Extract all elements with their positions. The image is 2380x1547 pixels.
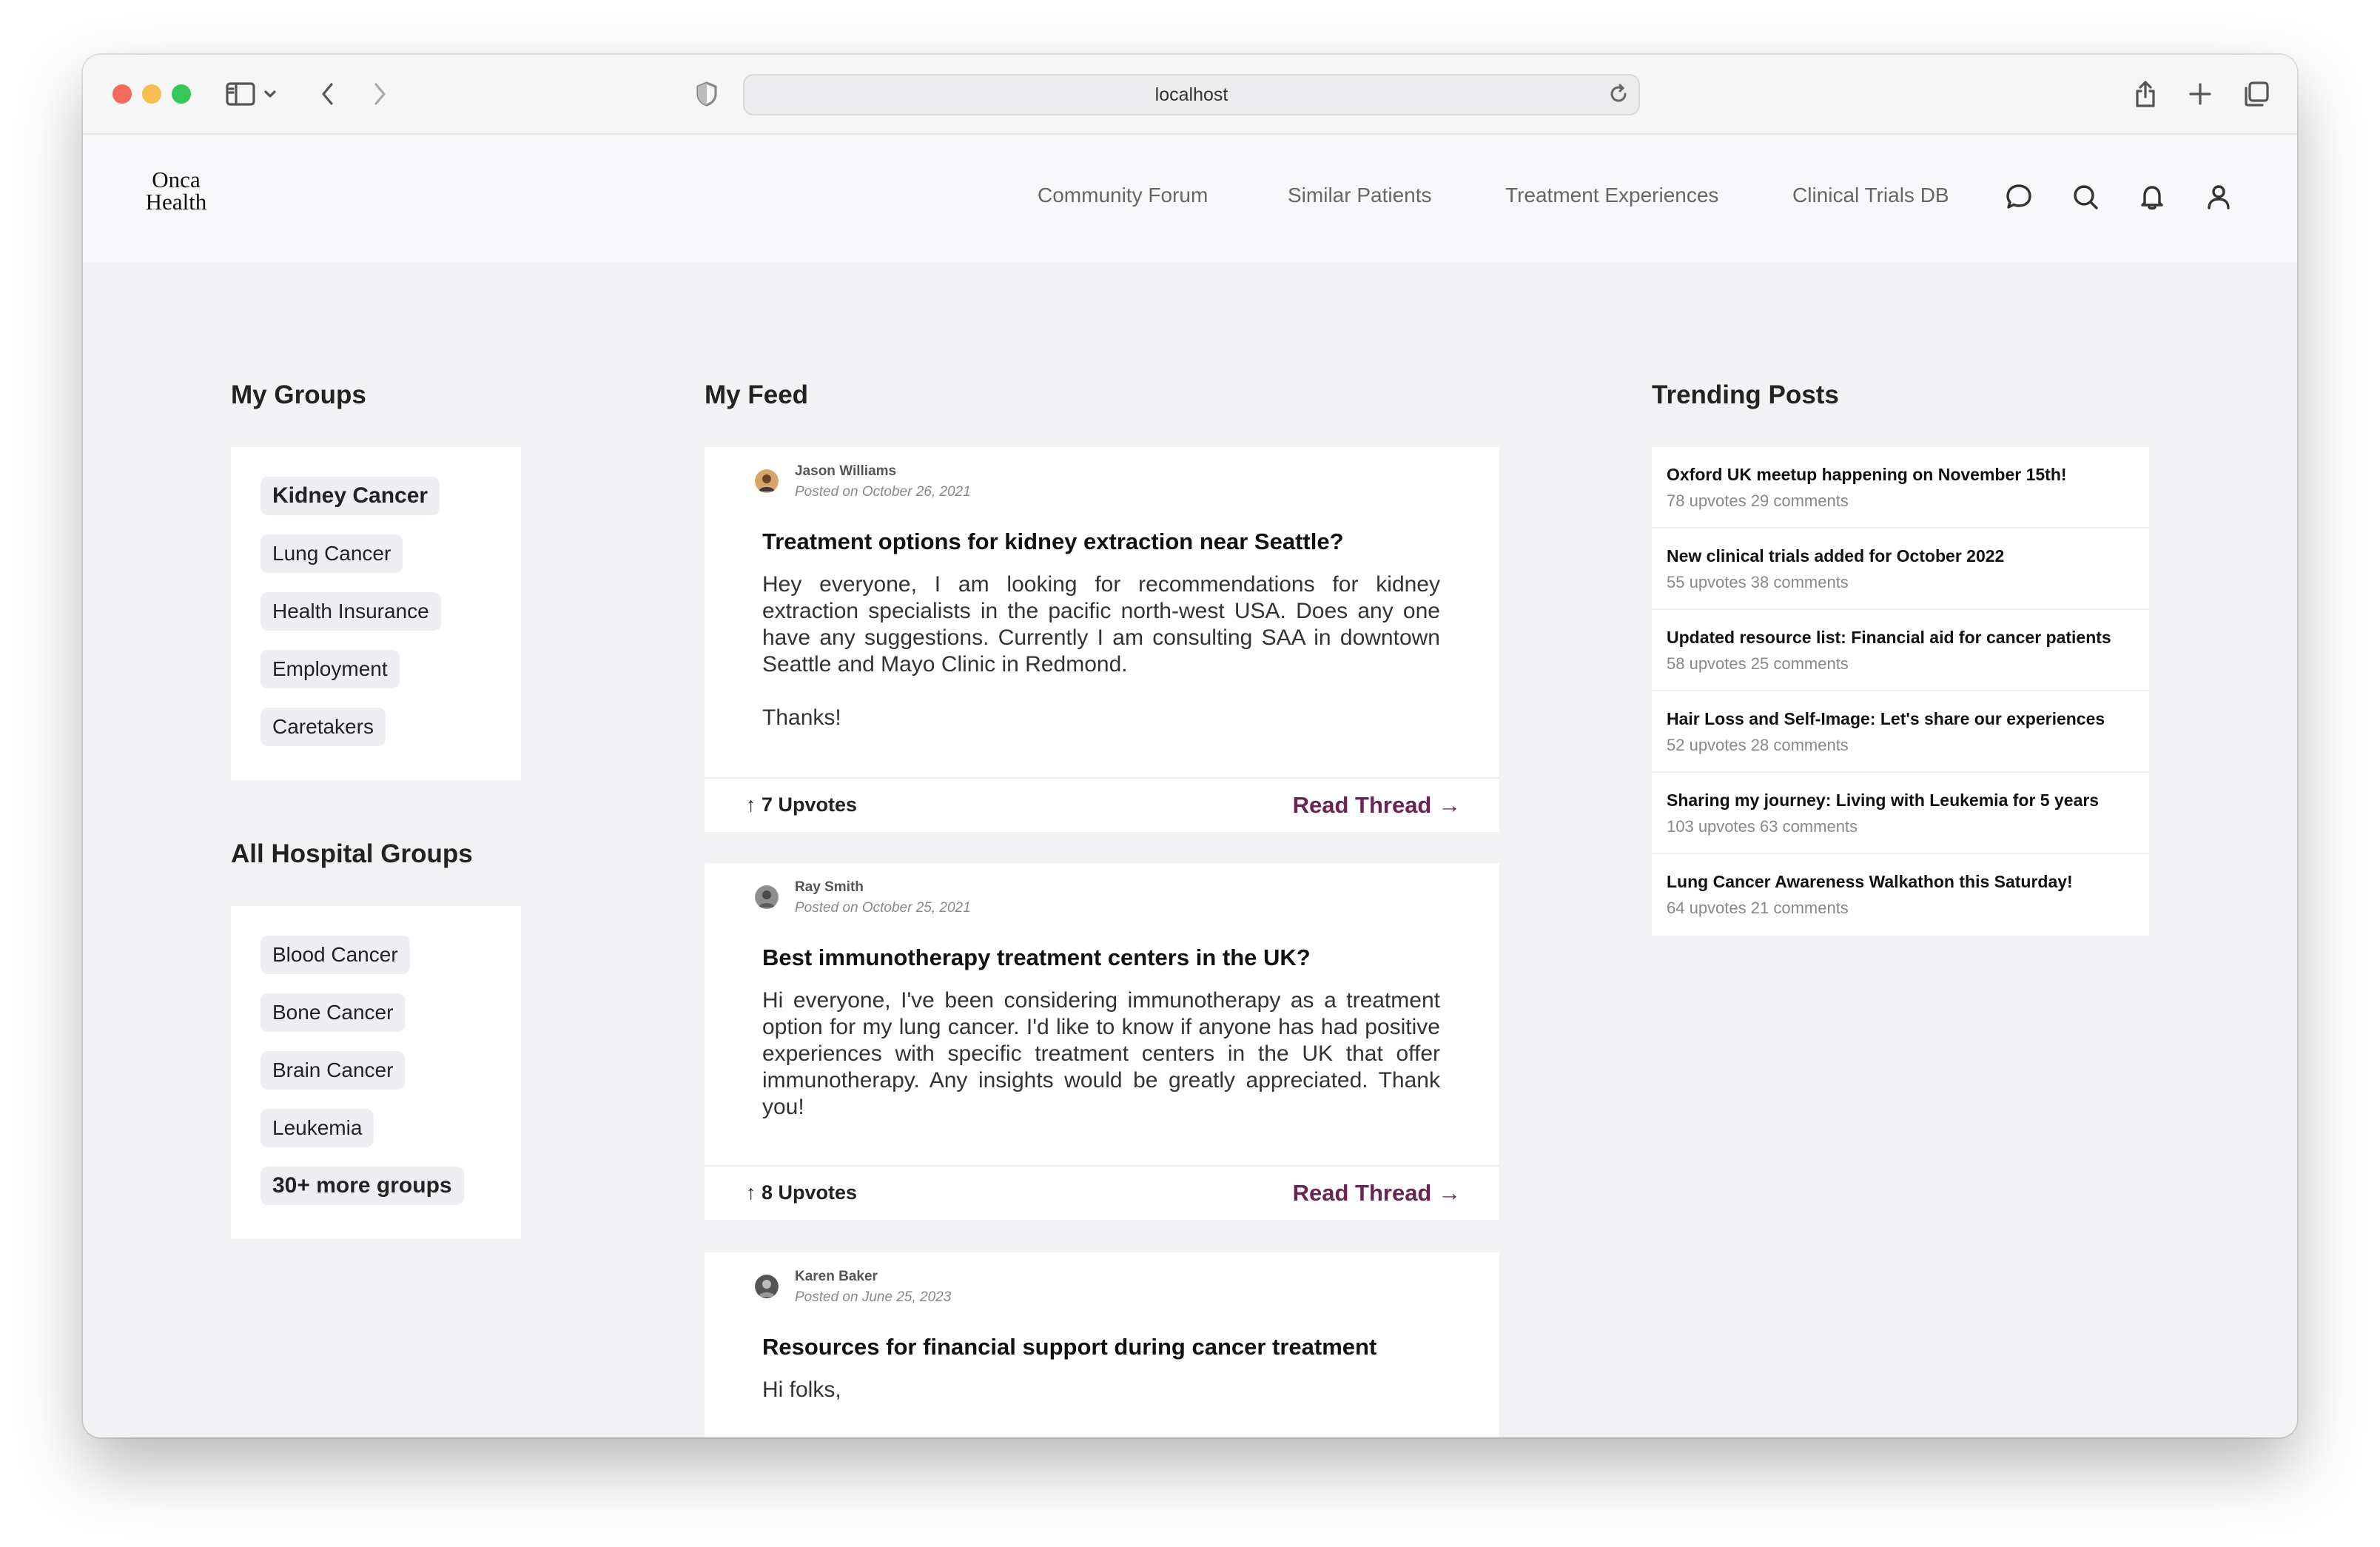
trending-item-title: Hair Loss and Self-Image: Let's share ou…: [1667, 709, 2105, 728]
more-groups-link[interactable]: 30+ more groups: [260, 1167, 464, 1205]
my-feed-title: My Feed: [705, 380, 809, 409]
read-thread-label: Read Thread: [1292, 792, 1432, 818]
upvote-count: 7 Upvotes: [762, 793, 858, 816]
chevron-down-icon[interactable]: [259, 77, 281, 111]
trending-item-stats: 64 upvotes 21 comments: [1667, 899, 1849, 917]
avatar[interactable]: [755, 885, 779, 909]
post-title[interactable]: Best immunotherapy treatment centers in …: [762, 944, 1311, 971]
arrow-right-icon: →: [1438, 1180, 1461, 1206]
trending-item-title: Sharing my journey: Living with Leukemia…: [1667, 791, 2100, 810]
group-lung-cancer[interactable]: Lung Cancer: [260, 534, 403, 573]
sidebar-toggle-icon[interactable]: [223, 77, 258, 111]
trending-title: Trending Posts: [1652, 380, 1839, 409]
trending-item-title: Oxford UK meetup happening on November 1…: [1667, 465, 2067, 484]
post-body: Hi folks,: [762, 1377, 1440, 1403]
privacy-shield-icon[interactable]: [690, 77, 724, 111]
trending-item[interactable]: Oxford UK meetup happening on November 1…: [1652, 447, 2149, 528]
browser-window: localhost Onca Health Community Forum Si…: [83, 55, 2297, 1437]
my-groups-panel: Kidney Cancer Lung Cancer Health Insuran…: [231, 447, 521, 780]
post-body: Hi everyone, I've been considering immun…: [762, 987, 1440, 1121]
trending-item[interactable]: New clinical trials added for October 20…: [1652, 528, 2149, 610]
post-body-text: Hi everyone, I've been considering immun…: [762, 988, 1440, 1119]
post-author[interactable]: Karen Baker: [795, 1269, 878, 1285]
avatar[interactable]: [755, 1275, 779, 1298]
maximize-window-button[interactable]: [172, 84, 191, 104]
group-health-insurance[interactable]: Health Insurance: [260, 592, 441, 631]
forward-icon[interactable]: [363, 77, 397, 111]
read-thread-label: Read Thread: [1292, 1180, 1432, 1206]
group-brain-cancer[interactable]: Brain Cancer: [260, 1051, 406, 1090]
group-kidney-cancer[interactable]: Kidney Cancer: [260, 477, 440, 515]
post-date: Posted on October 26, 2021: [795, 484, 971, 500]
trending-item-title: Updated resource list: Financial aid for…: [1667, 628, 2111, 647]
address-bar[interactable]: localhost: [743, 74, 1640, 115]
minimize-window-button[interactable]: [142, 84, 161, 104]
trending-item-title: New clinical trials added for October 20…: [1667, 546, 2005, 566]
post-footer: ↑ 7 Upvotes Read Thread →: [705, 777, 1499, 833]
search-icon[interactable]: [2068, 179, 2103, 215]
trending-item-stats: 58 upvotes 25 comments: [1667, 654, 1849, 673]
browser-toolbar: localhost: [83, 55, 2297, 135]
user-icon[interactable]: [2201, 179, 2236, 215]
logo[interactable]: Onca Health: [132, 167, 221, 215]
feed-post: Karen Baker Posted on June 25, 2023 Reso…: [705, 1252, 1499, 1437]
trending-item-title: Lung Cancer Awareness Walkathon this Sat…: [1667, 872, 2073, 891]
trending-item[interactable]: Lung Cancer Awareness Walkathon this Sat…: [1652, 854, 2149, 936]
post-body-text: Hi folks,: [762, 1377, 841, 1402]
trending-item-stats: 78 upvotes 29 comments: [1667, 491, 1849, 510]
trending-item[interactable]: Updated resource list: Financial aid for…: [1652, 610, 2149, 691]
arrow-up-icon: ↑: [746, 793, 756, 816]
group-caretakers[interactable]: Caretakers: [260, 708, 386, 746]
hospital-groups-panel: Blood Cancer Bone Cancer Brain Cancer Le…: [231, 906, 521, 1239]
feed-post: Jason Williams Posted on October 26, 202…: [705, 447, 1499, 832]
group-leukemia[interactable]: Leukemia: [260, 1109, 374, 1147]
upvote-count: 8 Upvotes: [762, 1181, 858, 1204]
back-icon[interactable]: [311, 77, 345, 111]
post-footer: ↑ 8 Upvotes Read Thread →: [705, 1165, 1499, 1221]
bell-icon[interactable]: [2134, 179, 2170, 215]
trending-item-stats: 55 upvotes 38 comments: [1667, 573, 1849, 591]
trending-item[interactable]: Sharing my journey: Living with Leukemia…: [1652, 773, 2149, 854]
group-employment[interactable]: Employment: [260, 650, 400, 688]
trending-panel: Oxford UK meetup happening on November 1…: [1652, 447, 2149, 936]
arrow-right-icon: →: [1438, 792, 1461, 818]
trending-item[interactable]: Hair Loss and Self-Image: Let's share ou…: [1652, 691, 2149, 773]
avatar[interactable]: [755, 469, 779, 493]
feed-post: Ray Smith Posted on October 25, 2021 Bes…: [705, 863, 1499, 1220]
post-author[interactable]: Jason Williams: [795, 463, 896, 480]
trending-item-stats: 103 upvotes 63 comments: [1667, 817, 1858, 836]
my-groups-title: My Groups: [231, 380, 366, 409]
post-title[interactable]: Resources for financial support during c…: [762, 1334, 1376, 1360]
new-tab-icon[interactable]: [2183, 77, 2217, 111]
reload-icon[interactable]: [1607, 83, 1630, 110]
post-title[interactable]: Treatment options for kidney extraction …: [762, 528, 1344, 555]
post-author[interactable]: Ray Smith: [795, 879, 864, 896]
tab-overview-icon[interactable]: [2239, 77, 2273, 111]
url-text: localhost: [1154, 84, 1228, 105]
read-thread-link[interactable]: Read Thread →: [1293, 1180, 1461, 1207]
group-blood-cancer[interactable]: Blood Cancer: [260, 936, 410, 974]
chat-icon[interactable]: [2001, 179, 2037, 215]
post-body-signoff: Thanks!: [762, 705, 841, 730]
post-body-text: Hey everyone, I am looking for recommend…: [762, 572, 1440, 677]
group-bone-cancer[interactable]: Bone Cancer: [260, 993, 406, 1032]
nav-community-forum[interactable]: Community Forum: [1038, 184, 1208, 207]
nav-treatment-experiences[interactable]: Treatment Experiences: [1505, 184, 1718, 207]
arrow-up-icon: ↑: [746, 1181, 756, 1204]
close-window-button[interactable]: [112, 84, 132, 104]
logo-line-1: Onca: [152, 167, 201, 192]
hospital-groups-title: All Hospital Groups: [231, 839, 473, 868]
post-date: Posted on June 25, 2023: [795, 1289, 952, 1305]
logo-line-2: Health: [145, 189, 207, 215]
app-header: Onca Health Community Forum Similar Pati…: [83, 135, 2297, 262]
share-icon[interactable]: [2128, 77, 2162, 111]
upvote-button[interactable]: ↑ 7 Upvotes: [746, 793, 857, 816]
trending-item-stats: 52 upvotes 28 comments: [1667, 736, 1849, 754]
post-date: Posted on October 25, 2021: [795, 900, 971, 916]
post-body: Hey everyone, I am looking for recommend…: [762, 571, 1440, 731]
nav-similar-patients[interactable]: Similar Patients: [1288, 184, 1432, 207]
upvote-button[interactable]: ↑ 8 Upvotes: [746, 1181, 857, 1204]
read-thread-link[interactable]: Read Thread →: [1293, 792, 1461, 819]
nav-clinical-trials-db[interactable]: Clinical Trials DB: [1792, 184, 1949, 207]
